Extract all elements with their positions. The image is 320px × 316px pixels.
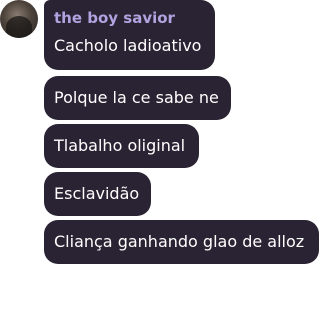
message-bubble[interactable]: Polque la ce sabe ne [44,76,231,120]
avatar[interactable] [0,0,38,38]
chat-thread: the boy savior Cacholo ladioativo Polque… [0,0,320,316]
message-bubble[interactable]: Esclavidão [44,172,151,216]
message-bubble[interactable]: Tlabalho oliginal [44,124,199,168]
sender-name[interactable]: the boy savior [54,9,175,27]
message-bubble[interactable]: the boy savior Cacholo ladioativo [44,0,215,70]
message-text: Polque la ce sabe ne [54,88,219,107]
message-text: Esclavidão [54,184,140,203]
avatar-photo [6,16,32,38]
message-bubble[interactable]: Cliança ganhando glao de alloz [44,220,319,264]
message-text: Cacholo ladioativo [54,36,202,55]
message-text: Tlabalho oliginal [54,136,186,155]
message-text: Cliança ganhando glao de alloz [54,232,305,251]
